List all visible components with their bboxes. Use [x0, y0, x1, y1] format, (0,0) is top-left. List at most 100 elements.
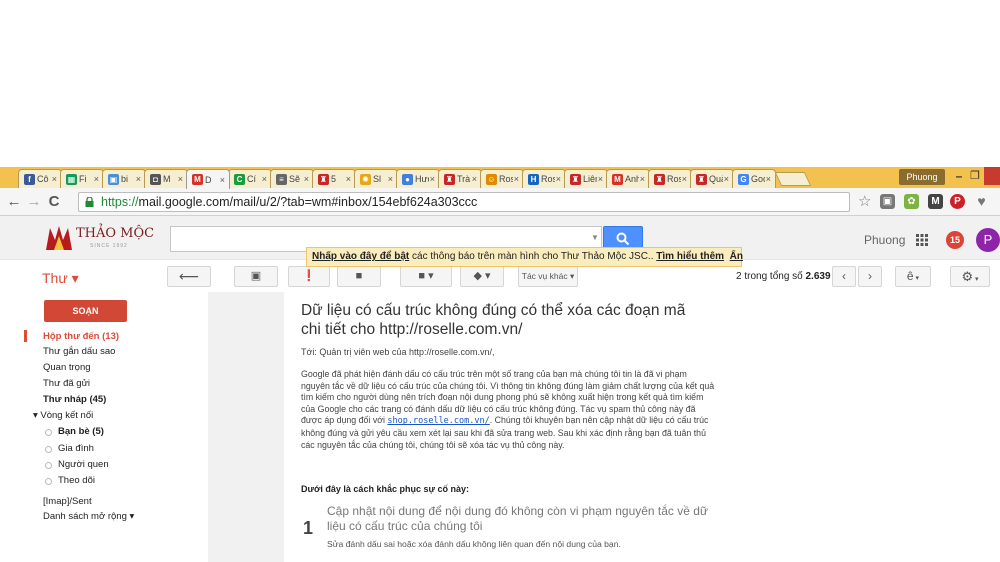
- older-button[interactable]: ›: [858, 266, 882, 287]
- avatar[interactable]: P: [976, 228, 1000, 252]
- tab-close-icon[interactable]: ×: [94, 174, 99, 184]
- doc-icon: ▣: [108, 173, 119, 185]
- browser-tab[interactable]: GGoog×: [732, 169, 776, 188]
- pager-prefix: 2 trong tổng số: [736, 271, 806, 282]
- nav-circle-following[interactable]: Theo dõi: [58, 475, 95, 486]
- more-actions-button[interactable]: Tác vụ khác ▾: [518, 266, 578, 287]
- nav-sent[interactable]: Thư đã gửi: [43, 378, 90, 389]
- nav-important[interactable]: Quan trọng: [43, 362, 91, 373]
- browser-tab[interactable]: ♜ 5 ×: [312, 169, 356, 188]
- nav-circles[interactable]: ▾ Vòng kết nối: [33, 410, 93, 421]
- forward-arrow-icon[interactable]: →: [26, 193, 42, 211]
- label-tag-icon: ◆ ▾: [473, 270, 491, 282]
- tab-close-icon[interactable]: ×: [346, 174, 351, 184]
- tab-close-icon[interactable]: ×: [598, 174, 603, 184]
- tab-close-icon[interactable]: ×: [682, 174, 687, 184]
- notifications-badge[interactable]: 15: [946, 231, 964, 249]
- site-link[interactable]: shop.roselle.com.vn/: [387, 416, 489, 426]
- browser-tab[interactable]: f Cô ×: [18, 169, 62, 188]
- browser-tab[interactable]: ♜Trà c×: [438, 169, 482, 188]
- tab-close-icon[interactable]: ×: [388, 174, 393, 184]
- nav-circle-acquaintances[interactable]: Người quen: [58, 459, 109, 470]
- archive-button[interactable]: ▣: [234, 266, 278, 287]
- enable-notifications-link[interactable]: Nhấp vào đây để bật: [312, 251, 409, 262]
- account-name[interactable]: Phuong: [864, 233, 905, 247]
- nav-drafts[interactable]: Thư nháp (45): [43, 394, 106, 405]
- browser-tab[interactable]: ●Hướn×: [396, 169, 440, 188]
- tab-close-icon[interactable]: ×: [304, 174, 309, 184]
- input-tools-button[interactable]: ê ▾: [895, 266, 931, 287]
- browser-tab[interactable]: ◘ M ×: [144, 169, 188, 188]
- report-spam-button[interactable]: ❗: [288, 266, 330, 287]
- browser-tab[interactable]: ♜Quà 1×: [690, 169, 734, 188]
- compose-button[interactable]: SOẠN: [44, 300, 127, 322]
- learn-more-link[interactable]: Tìm hiểu thêm: [656, 251, 724, 262]
- nav-starred[interactable]: Thư gắn dấu sao: [43, 346, 115, 357]
- step-number: 1: [303, 518, 314, 538]
- tab-close-icon[interactable]: ×: [52, 174, 57, 184]
- tab-close-icon[interactable]: ×: [514, 174, 519, 184]
- extension-screenshot-icon[interactable]: ▣: [880, 194, 895, 209]
- browser-tab[interactable]: ☺Rosel×: [480, 169, 524, 188]
- tab-close-icon[interactable]: ×: [556, 174, 561, 184]
- bookmark-star-icon[interactable]: ☆: [858, 193, 871, 211]
- browser-tab[interactable]: MAnh I×: [606, 169, 650, 188]
- tab-close-icon[interactable]: ×: [262, 174, 267, 184]
- tab-close-icon[interactable]: ×: [766, 174, 771, 184]
- browser-tab[interactable]: M D ×: [186, 169, 230, 189]
- settings-button[interactable]: ⚙ ▾: [950, 266, 990, 287]
- step-title: Cập nhật nội dung để nội dung đó không c…: [327, 504, 708, 533]
- browser-tab[interactable]: C Cí ×: [228, 169, 272, 188]
- nav-inbox[interactable]: Hộp thư đến (13): [43, 331, 119, 342]
- mail-menu-label[interactable]: Thư ▾: [42, 270, 79, 287]
- move-to-button[interactable]: ■ ▾: [400, 266, 452, 287]
- tab-title: M: [163, 174, 171, 184]
- tab-title: bi: [121, 174, 129, 184]
- address-bar[interactable]: https://mail.google.com/mail/u/2/?tab=wm…: [78, 192, 850, 212]
- apps-grid-icon[interactable]: [916, 234, 928, 246]
- tab-title: Cí: [247, 174, 256, 184]
- pinterest-icon[interactable]: P: [950, 194, 965, 209]
- restore-icon[interactable]: ❐: [968, 170, 982, 184]
- extension-leaf-icon[interactable]: ✿: [904, 194, 919, 209]
- tab-title: Quà 1: [709, 174, 723, 184]
- minimize-icon[interactable]: –: [952, 170, 966, 184]
- window-close-button[interactable]: [984, 167, 1000, 185]
- browser-tab[interactable]: ▦ Fi ×: [60, 169, 104, 188]
- browser-tab[interactable]: ▣ bi ×: [102, 169, 146, 188]
- tab-close-icon[interactable]: ×: [136, 174, 141, 184]
- chevron-left-icon: ‹: [842, 269, 846, 283]
- browser-tab[interactable]: ✺ Sl ×: [354, 169, 398, 188]
- nav-circle-friends[interactable]: Bạn bè (5): [58, 426, 104, 437]
- newer-button[interactable]: ‹: [832, 266, 856, 287]
- nav-circle-family[interactable]: Gia đình: [58, 443, 94, 454]
- browser-tab[interactable]: ≡ Sẽ ×: [270, 169, 314, 188]
- labels-button[interactable]: ◆ ▾: [460, 266, 504, 287]
- hide-notice-link[interactable]: Ẩn: [730, 251, 743, 262]
- message-subject: Dữ liệu có cấu trúc không đúng có thể xó…: [301, 302, 686, 338]
- back-arrow-icon[interactable]: ←: [6, 193, 22, 211]
- thaomoc-logo[interactable]: THẢO MỘC SINCE 1992: [44, 222, 154, 252]
- tab-close-icon[interactable]: ×: [640, 174, 645, 184]
- tab-close-icon[interactable]: ×: [430, 174, 435, 184]
- browser-toolbar: ← → C https://mail.google.com/mail/u/2/?…: [0, 188, 1000, 216]
- extension-mail-icon[interactable]: M: [928, 194, 943, 209]
- tab-close-icon[interactable]: ×: [472, 174, 477, 184]
- browser-tab[interactable]: ♜Rosel×: [648, 169, 692, 188]
- delete-button[interactable]: ■: [337, 266, 381, 287]
- search-options-caret-icon[interactable]: ▼: [591, 233, 599, 242]
- pocket-icon[interactable]: ♥: [974, 194, 989, 209]
- tab-close-icon[interactable]: ×: [178, 174, 183, 184]
- reload-icon[interactable]: C: [46, 193, 62, 211]
- browser-tab[interactable]: HRosel×: [522, 169, 566, 188]
- back-to-inbox-button[interactable]: ⟵: [167, 266, 211, 287]
- tab-close-icon[interactable]: ×: [220, 175, 225, 185]
- new-tab-button[interactable]: [774, 172, 812, 186]
- nav-imap-sent[interactable]: [Imap]/Sent: [43, 496, 92, 507]
- browser-profile-button[interactable]: Phuong: [899, 169, 945, 185]
- nav-more[interactable]: Danh sách mở rộng ▾: [43, 511, 134, 522]
- input-tools-label: ê: [906, 269, 914, 283]
- tab-close-icon[interactable]: ×: [724, 174, 729, 184]
- tab-title: D: [205, 174, 212, 185]
- browser-tab[interactable]: ♜Liên l×: [564, 169, 608, 188]
